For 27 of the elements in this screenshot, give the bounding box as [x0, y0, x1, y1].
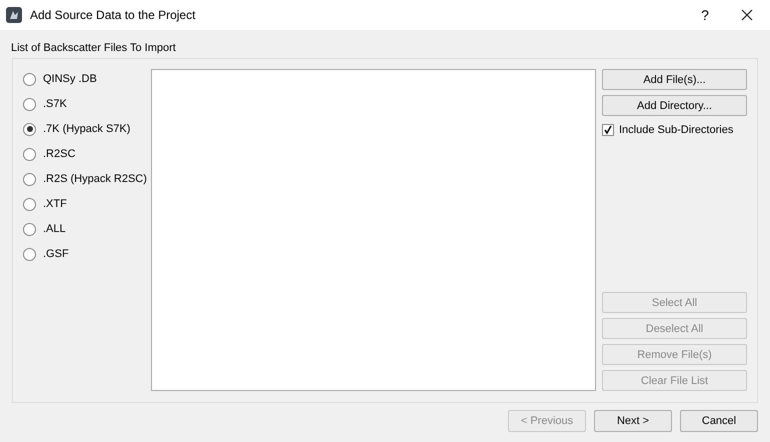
window-title: Add Source Data to the Project	[30, 8, 196, 22]
action-button[interactable]: Add Directory...	[602, 95, 747, 116]
radio-button[interactable]	[23, 248, 36, 260]
radio-label[interactable]: .S7K	[43, 98, 67, 110]
action-button[interactable]: Add File(s)...	[602, 69, 747, 90]
app-icon	[6, 7, 22, 23]
wizard-button[interactable]: Cancel	[680, 410, 758, 432]
radio-label[interactable]: .R2SC	[43, 148, 76, 160]
radio-button[interactable]	[23, 72, 36, 86]
radio-button[interactable]	[23, 172, 36, 186]
radio-label[interactable]: .ALL	[43, 223, 66, 235]
checkbox[interactable]	[602, 124, 614, 136]
group-label: List of Backscatter Files To Import	[11, 41, 177, 56]
radio-button[interactable]	[23, 98, 36, 110]
radio-label[interactable]: .GSF	[43, 248, 69, 260]
close-icon[interactable]	[741, 9, 753, 21]
radio-button[interactable]	[23, 122, 36, 136]
radio-button[interactable]	[23, 222, 36, 236]
checkbox-label[interactable]: Include Sub-Directories	[619, 124, 734, 136]
wizard-button[interactable]: Next >	[594, 410, 672, 432]
radio-button[interactable]	[23, 148, 36, 160]
radio-label[interactable]: .XTF	[43, 198, 67, 210]
help-button[interactable]: ?	[681, 7, 729, 23]
radio-label[interactable]: QINSy .DB	[43, 73, 97, 85]
radio-button[interactable]	[23, 198, 36, 210]
radio-label[interactable]: .R2S (Hypack R2SC)	[43, 173, 147, 185]
radio-label[interactable]: .7K (Hypack S7K)	[43, 123, 130, 135]
